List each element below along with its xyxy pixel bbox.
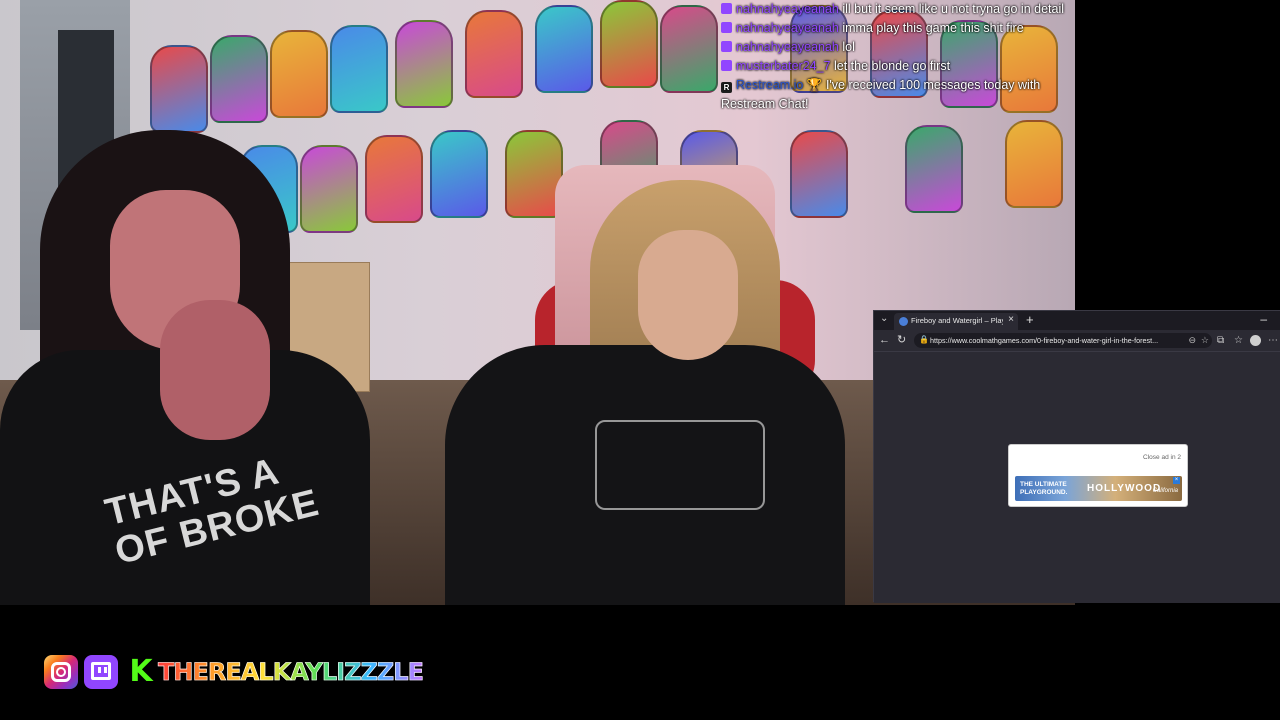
ad-line2: PLAYGROUND.: [1020, 489, 1068, 496]
lock-icon: 🔒: [919, 335, 929, 344]
streamer-left-hand: [160, 300, 270, 440]
tab-fireboy-watergirl[interactable]: Fireboy and Watergirl – Play on C... ×: [894, 313, 1018, 330]
back-arrow-icon[interactable]: ←: [879, 333, 890, 347]
chat-username: musterbater24_7: [736, 59, 831, 73]
twitch-icon: [721, 41, 732, 52]
chat-message: nahnahyeayeanah imma play this game this…: [717, 19, 1077, 38]
backpack: [300, 145, 358, 233]
twitch-icon: [721, 3, 732, 14]
streamer-handle: THEREALKAYLIZZZLE: [158, 655, 425, 689]
backpack: [365, 135, 423, 223]
chat-text: imma play this game this shit fire: [842, 21, 1024, 35]
shirt-logo: [595, 420, 765, 510]
chat-overlay: nahnahyeayeanah ill but it seem like u n…: [717, 0, 1077, 114]
backpack: [210, 35, 268, 123]
favicon-icon: [899, 317, 908, 326]
chat-username: nahnahyeayeanah: [736, 40, 839, 54]
url-text: https://www.coolmathgames.com/0-fireboy-…: [930, 336, 1159, 345]
reader-mode-icon[interactable]: ⊖: [1188, 334, 1196, 347]
backpack: [330, 25, 388, 113]
chat-username: nahnahyeayeanah: [736, 2, 839, 16]
ad-popup[interactable]: Close ad in 2 THE ULTIMATE PLAYGROUND. H…: [1008, 444, 1188, 507]
chat-message: R Restream.io 🏆 I've received 100 message…: [717, 76, 1077, 114]
favorites-icon[interactable]: ☆: [1234, 334, 1243, 348]
chat-message: nahnahyeayeanah ill but it seem like u n…: [717, 0, 1077, 19]
nav-toolbar: ← ↻ 🔒 https://www.coolmathgames.com/0-fi…: [874, 330, 1280, 352]
backpack: [905, 125, 963, 213]
chat-text: lol: [842, 40, 855, 54]
restream-icon: R: [721, 82, 732, 93]
chat-text: let the blonde go first: [834, 59, 951, 73]
twitch-icon: [721, 60, 732, 71]
ad-banner[interactable]: THE ULTIMATE PLAYGROUND. HOLLYWOOD Calif…: [1015, 476, 1182, 501]
bookmark-star-icon[interactable]: ☆: [1201, 334, 1209, 347]
chat-username: nahnahyeayeanah: [736, 21, 839, 35]
menu-dots-icon[interactable]: ⋯: [1268, 334, 1278, 348]
backpack: [395, 20, 453, 108]
address-bar[interactable]: 🔒 https://www.coolmathgames.com/0-firebo…: [914, 333, 1212, 348]
backpack: [660, 5, 718, 93]
backpack: [535, 5, 593, 93]
chat-text: ill but it seem like u not tryna go in d…: [842, 2, 1065, 16]
chat-message: musterbater24_7 let the blonde go first: [717, 57, 1077, 76]
minimize-icon[interactable]: –: [1260, 311, 1267, 327]
ad-line1: THE ULTIMATE: [1020, 481, 1067, 488]
ad-close-countdown: Close ad in 2: [1143, 454, 1181, 461]
ad-info-icon[interactable]: ×: [1173, 477, 1180, 484]
twitch-icon: [84, 655, 118, 689]
backpack: [1005, 120, 1063, 208]
ad-tag: California: [1152, 488, 1178, 494]
profile-avatar-icon[interactable]: [1250, 335, 1261, 346]
streamer-right-face: [638, 230, 738, 360]
new-tab-icon[interactable]: +: [1026, 311, 1034, 329]
instagram-icon: [44, 655, 78, 689]
chat-username: Restream.io: [736, 78, 804, 92]
tab-close-icon[interactable]: ×: [1008, 314, 1014, 325]
browser-window[interactable]: ⌄ Fireboy and Watergirl – Play on C... ×…: [873, 310, 1280, 603]
tab-title: Fireboy and Watergirl – Play on C...: [911, 316, 1003, 325]
reload-icon[interactable]: ↻: [897, 333, 906, 347]
trophy-icon: 🏆: [806, 78, 823, 92]
ad-brand: HOLLYWOOD: [1087, 483, 1162, 494]
backpack: [150, 45, 208, 133]
tab-list-chevron-icon[interactable]: ⌄: [880, 313, 888, 324]
kick-icon: K: [129, 654, 153, 689]
backpack: [600, 0, 658, 88]
tab-bar: ⌄ Fireboy and Watergirl – Play on C... ×…: [874, 311, 1280, 330]
page-content: Close ad in 2 THE ULTIMATE PLAYGROUND. H…: [874, 352, 1280, 603]
twitch-icon: [721, 22, 732, 33]
extensions-icon[interactable]: ⧉: [1217, 334, 1224, 348]
chat-message: nahnahyeayeanah lol: [717, 38, 1077, 57]
backpack: [465, 10, 523, 98]
backpack: [430, 130, 488, 218]
stream-canvas: THAT'S A OF BROKE nahnahyeayeanah ill bu…: [0, 0, 1280, 720]
backpack: [790, 130, 848, 218]
backpack: [270, 30, 328, 118]
